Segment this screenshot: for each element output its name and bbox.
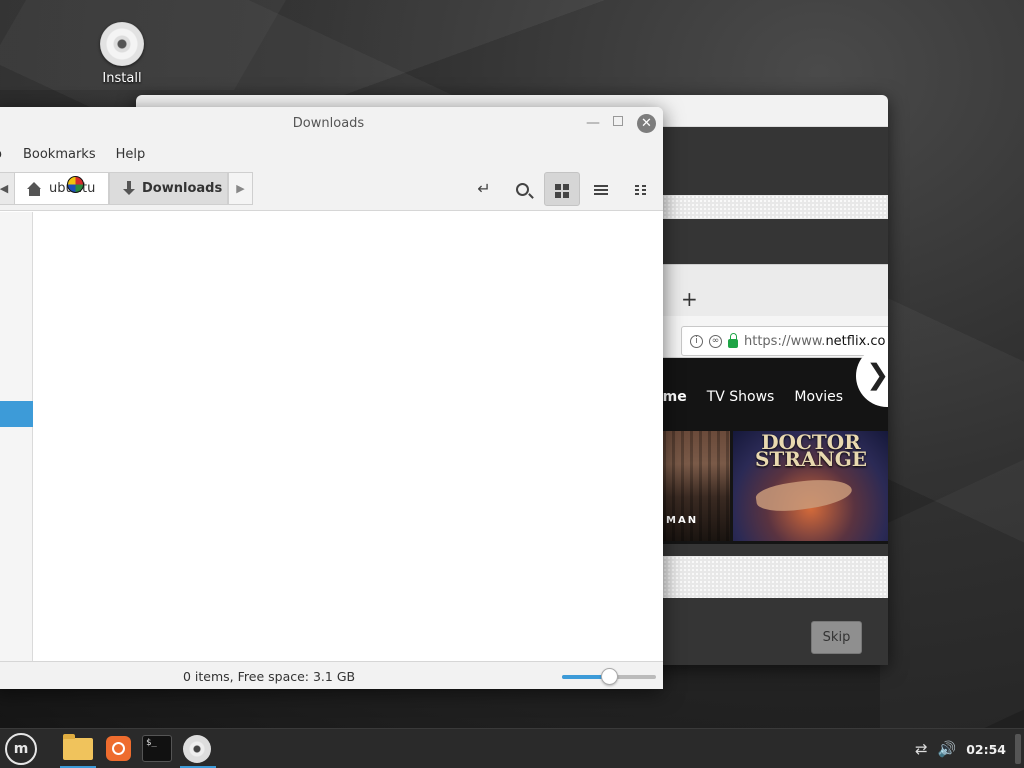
menu-bookmarks[interactable]: Bookmarks bbox=[13, 147, 106, 162]
taskbar: m $_ ⇄ 🔊 02:54 bbox=[0, 728, 1024, 768]
breadcrumb-scroll-right[interactable]: ▶ bbox=[228, 172, 253, 205]
show-desktop-button[interactable] bbox=[1015, 734, 1021, 764]
background-facet bbox=[880, 433, 1024, 728]
disc-icon bbox=[183, 735, 211, 763]
breadcrumb-downloads-label: Downloads bbox=[142, 181, 223, 196]
close-button[interactable]: ✕ bbox=[637, 114, 656, 133]
breadcrumb-scroll-left[interactable]: ◀ bbox=[0, 172, 15, 205]
location-toggle-button[interactable]: ↵ bbox=[466, 172, 502, 206]
folder-icon bbox=[63, 734, 93, 760]
maximize-button[interactable] bbox=[613, 116, 623, 126]
desktop-install-icon[interactable]: Install bbox=[92, 22, 152, 86]
list-view-icon bbox=[594, 183, 608, 197]
nav-tv-shows: TV Shows bbox=[706, 389, 775, 405]
terminal-icon: $_ bbox=[142, 735, 172, 762]
window-titlebar[interactable]: Downloads — ✕ bbox=[0, 107, 663, 141]
info-icon: i bbox=[690, 334, 703, 348]
search-icon bbox=[515, 183, 529, 196]
compact-view-button[interactable] bbox=[622, 172, 658, 206]
home-icon bbox=[27, 181, 42, 196]
minimize-button[interactable]: — bbox=[586, 115, 600, 131]
sidebar[interactable] bbox=[0, 212, 33, 661]
file-manager-window[interactable]: Downloads — ✕ o Bookmarks Help ◀ ubuntu … bbox=[0, 107, 663, 689]
movie-tile-text: MAN bbox=[666, 515, 699, 526]
movie-title-logo: DOCTOR STRANGE bbox=[754, 430, 868, 471]
statusbar: 0 items, Free space: 3.1 GB bbox=[0, 661, 663, 689]
url-text: https://www.netflix.co bbox=[744, 333, 886, 349]
volume-icon[interactable]: 🔊 bbox=[938, 740, 957, 758]
taskbar-installer[interactable] bbox=[178, 729, 218, 768]
busy-cursor-icon bbox=[67, 176, 84, 193]
netflix-nav: ome TV Shows Movies bbox=[653, 389, 844, 405]
network-disconnected-icon[interactable]: ⇄ bbox=[915, 740, 928, 758]
menu-go[interactable]: o bbox=[0, 147, 13, 162]
taskbar-firefox[interactable] bbox=[98, 729, 138, 768]
lock-icon bbox=[728, 332, 738, 348]
breadcrumb-home[interactable]: ubuntu bbox=[15, 172, 109, 205]
taskbar-files[interactable] bbox=[58, 729, 98, 768]
grid-view-icon bbox=[555, 183, 569, 198]
window-title: Downloads bbox=[292, 116, 365, 131]
icon-view-button[interactable] bbox=[544, 172, 580, 206]
clock[interactable]: 02:54 bbox=[966, 742, 1006, 757]
desktop-icon-label: Install bbox=[102, 71, 142, 86]
link-icon: ∞ bbox=[709, 334, 722, 348]
slide-dots-band bbox=[663, 556, 888, 598]
sidebar-item-selected[interactable] bbox=[0, 401, 33, 427]
system-tray: ⇄ 🔊 02:54 bbox=[915, 729, 1024, 768]
slide-dots-band bbox=[663, 195, 888, 219]
skip-button[interactable]: Skip bbox=[811, 621, 862, 654]
new-tab-icon: + bbox=[681, 287, 698, 311]
download-icon bbox=[123, 181, 135, 196]
compact-view-icon bbox=[634, 184, 646, 195]
menu-help[interactable]: Help bbox=[106, 147, 156, 162]
taskbar-terminal[interactable]: $_ bbox=[138, 729, 178, 768]
disc-icon bbox=[100, 22, 144, 66]
search-button[interactable] bbox=[504, 172, 540, 206]
breadcrumb-downloads[interactable]: Downloads bbox=[109, 172, 228, 205]
menubar: o Bookmarks Help bbox=[0, 141, 663, 167]
start-menu-button[interactable]: m bbox=[5, 733, 37, 765]
zoom-slider-handle[interactable] bbox=[600, 668, 618, 685]
nav-movies: Movies bbox=[794, 389, 844, 405]
browser-url-field: i ∞ https://www.netflix.co bbox=[681, 326, 888, 356]
status-text: 0 items, Free space: 3.1 GB bbox=[183, 669, 356, 684]
file-list-area[interactable] bbox=[34, 212, 663, 661]
location-toggle-icon: ↵ bbox=[477, 179, 491, 198]
list-view-button[interactable] bbox=[583, 172, 619, 206]
firefox-icon bbox=[106, 736, 131, 761]
